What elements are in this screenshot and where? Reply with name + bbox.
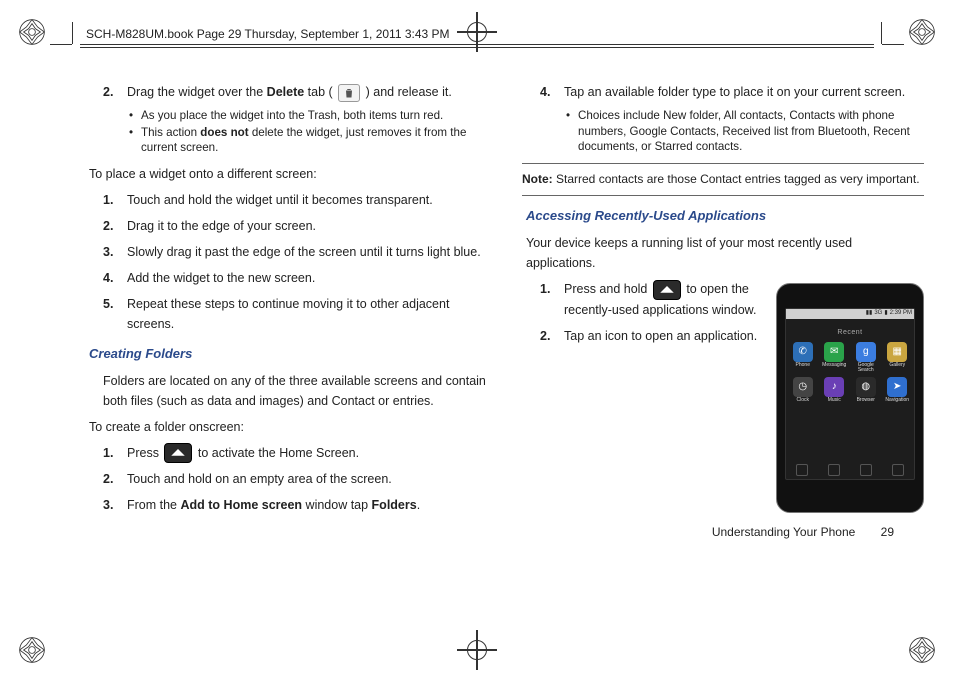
crop-mark [50, 44, 72, 45]
list-item: 1.Touch and hold the widget until it bec… [103, 190, 487, 210]
app-clock: ◷Clock [788, 377, 818, 403]
app-music: ♪Music [820, 377, 850, 403]
crop-mark [881, 22, 882, 44]
delete-label: Delete [267, 85, 305, 99]
trash-icon [338, 84, 360, 102]
threeg-icon: 3G [874, 309, 882, 319]
app-label: Clock [796, 398, 809, 403]
text: ) and release it. [362, 85, 452, 99]
crop-mark [882, 44, 904, 45]
heading-accessing-recent: Accessing Recently-Used Applications [526, 206, 924, 227]
list-item: 3.Slowly drag it past the edge of the sc… [103, 242, 487, 262]
phone-mockup: ▮▮ 3G ▮ 2:39 PM Recent ✆Phone✉Messagingg… [776, 283, 924, 513]
right-column: 4.Tap an available folder type to place … [522, 80, 924, 622]
text: Drag the widget over the [127, 85, 267, 99]
app-label: Google Search [851, 363, 881, 373]
bullet-item: This action does not delete the widget, … [129, 125, 487, 156]
list-item: 4.Add the widget to the new screen. [103, 268, 487, 288]
app-icon: ▦ [887, 342, 907, 362]
list-item: 2.Tap an icon to open an application. [540, 326, 760, 346]
divider [522, 163, 924, 164]
softkey-icon [860, 464, 872, 476]
header-rule [80, 44, 874, 48]
page-number: 29 [881, 525, 894, 539]
app-icon: ◷ [793, 377, 813, 397]
app-icon: ✆ [793, 342, 813, 362]
app-label: Navigation [885, 398, 909, 403]
list-item: 5.Repeat these steps to continue moving … [103, 294, 487, 334]
note: Note: Starred contacts are those Contact… [522, 170, 924, 189]
app-label: Messaging [822, 363, 846, 368]
ornament-top-left [18, 18, 46, 46]
footer: Understanding Your Phone 29 [712, 523, 894, 542]
app-grid: ✆Phone✉MessaginggGoogle Search▦Gallery◷C… [786, 342, 914, 403]
bullet-item: As you place the widget into the Trash, … [129, 108, 487, 124]
softkey-icon [892, 464, 904, 476]
app-icon: ◍ [856, 377, 876, 397]
app-label: Music [828, 398, 841, 403]
app-icon: ✉ [824, 342, 844, 362]
divider [522, 195, 924, 196]
bullet-item: Choices include New folder, All contacts… [566, 108, 924, 155]
list-item: 1.Press and hold to open the recently-us… [540, 279, 760, 320]
app-messaging: ✉Messaging [820, 342, 850, 373]
app-google-search: gGoogle Search [851, 342, 881, 373]
heading-creating-folders: Creating Folders [89, 344, 487, 365]
app-gallery: ▦Gallery [883, 342, 913, 373]
status-time: 2:39 PM [890, 309, 912, 319]
softkey-icon [796, 464, 808, 476]
signal-icon: ▮▮ [866, 309, 873, 319]
app-label: Browser [857, 398, 875, 403]
app-icon: ➤ [887, 377, 907, 397]
app-navigation: ➤Navigation [883, 377, 913, 403]
list-item: 4.Tap an available folder type to place … [540, 82, 924, 102]
footer-section: Understanding Your Phone [712, 525, 855, 539]
list-item: 2. Drag the widget over the Delete tab (… [103, 82, 487, 102]
list-item: 3.From the Add to Home screen window tap… [103, 495, 487, 515]
paragraph: Your device keeps a running list of your… [526, 233, 924, 273]
home-icon [653, 280, 681, 300]
ornament-bottom-right [908, 636, 936, 664]
paragraph: To create a folder onscreen: [89, 417, 487, 437]
bottom-icons [786, 463, 914, 479]
home-icon [164, 443, 192, 463]
list-item: 2.Drag it to the edge of your screen. [103, 216, 487, 236]
app-icon: ♪ [824, 377, 844, 397]
page-content: 2. Drag the widget over the Delete tab (… [85, 80, 924, 622]
ornament-top-right [908, 18, 936, 46]
recent-label: Recent [786, 327, 914, 338]
list-item: 1.Press to activate the Home Screen. [103, 443, 487, 464]
app-icon: g [856, 342, 876, 362]
app-phone: ✆Phone [788, 342, 818, 373]
crop-mark [72, 22, 73, 44]
battery-icon: ▮ [884, 309, 887, 319]
app-label: Phone [796, 363, 810, 368]
list-item: 2.Touch and hold on an empty area of the… [103, 469, 487, 489]
ornament-bottom-left [18, 636, 46, 664]
phone-screen: ▮▮ 3G ▮ 2:39 PM Recent ✆Phone✉Messagingg… [785, 308, 915, 480]
softkey-icon [828, 464, 840, 476]
registration-mark [457, 630, 497, 670]
header-filename: SCH-M828UM.book Page 29 Thursday, Septem… [86, 27, 450, 41]
text: tab ( [304, 85, 336, 99]
app-browser: ◍Browser [851, 377, 881, 403]
app-label: Gallery [889, 363, 905, 368]
paragraph: To place a widget onto a different scree… [89, 164, 487, 184]
paragraph: Folders are located on any of the three … [103, 371, 487, 411]
left-column: 2. Drag the widget over the Delete tab (… [85, 80, 487, 622]
status-bar: ▮▮ 3G ▮ 2:39 PM [786, 309, 914, 319]
